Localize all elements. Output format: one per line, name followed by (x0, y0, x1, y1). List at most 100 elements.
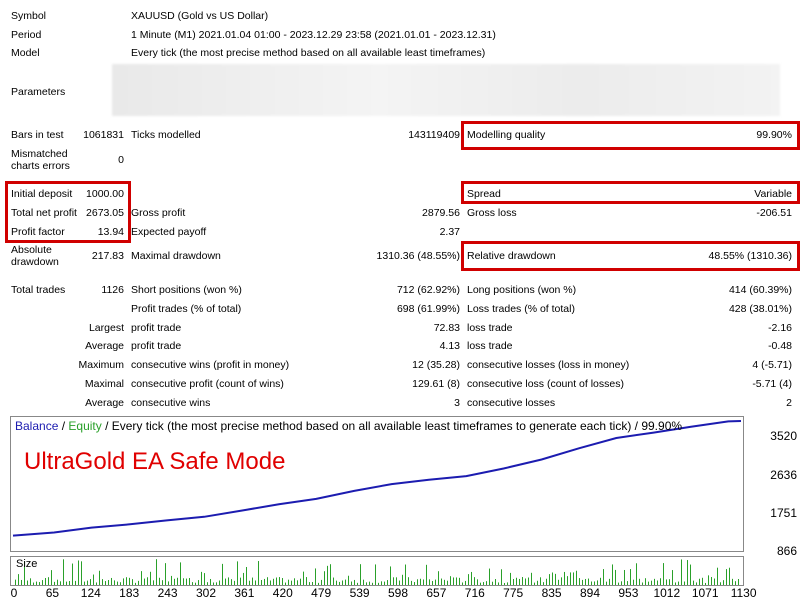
size-bar (78, 560, 79, 585)
size-bar (516, 577, 517, 585)
size-bar (408, 577, 409, 585)
size-bar (366, 582, 367, 585)
size-bar (420, 578, 421, 585)
size-bar (285, 582, 286, 585)
size-bar (669, 579, 670, 585)
x-tick-17: 1012 (653, 586, 681, 600)
size-bar (330, 564, 331, 585)
x-tick-19: 1130 (730, 586, 757, 600)
average-consecutive-wins-label: consecutive wins (131, 397, 211, 409)
size-bar (33, 582, 34, 585)
size-bar (81, 561, 82, 585)
size-bar (387, 580, 388, 585)
size-bar (192, 582, 193, 585)
size-bar (222, 563, 223, 585)
size-bar (45, 577, 46, 585)
highlight-relative-drawdown (461, 241, 800, 271)
x-tick-12: 716 (464, 586, 485, 600)
average-2-label: Average (85, 397, 124, 409)
size-bar (723, 580, 724, 585)
size-bar (261, 580, 262, 585)
x-tick-0: 0 (10, 586, 18, 600)
size-bar (126, 577, 127, 585)
size-bar (336, 580, 337, 585)
size-bar (135, 582, 136, 585)
size-bar (90, 579, 91, 585)
size-bar (429, 579, 430, 585)
profit-trades-value: 698 (61.99%) (396, 303, 460, 315)
balance-chart (10, 416, 744, 552)
size-bar (132, 579, 133, 585)
size-bar (603, 569, 604, 585)
max-consecutive-wins-label: consecutive wins (profit in money) (131, 359, 290, 371)
size-bar (591, 581, 592, 585)
size-bar (630, 569, 631, 585)
x-tick-18: 1071 (691, 586, 719, 600)
size-bar (477, 579, 478, 585)
size-bar (360, 564, 361, 585)
size-bar (615, 569, 616, 585)
size-bar (204, 573, 205, 585)
size-bar (171, 575, 172, 585)
gross-loss-label: Gross loss (467, 207, 517, 219)
size-bar (612, 564, 613, 585)
size-bar (672, 570, 673, 585)
size-bar (114, 580, 115, 585)
size-bar (93, 574, 94, 585)
size-bar (156, 559, 157, 585)
average-consecutive-losses-value: 2 (786, 397, 792, 409)
size-bar (474, 577, 475, 585)
size-bar (117, 581, 118, 585)
size-bar (87, 580, 88, 585)
size-bar (108, 580, 109, 585)
size-bar (435, 579, 436, 585)
size-bar (693, 580, 694, 585)
size-bar (282, 578, 283, 585)
size-bar (696, 582, 697, 585)
size-bar (627, 581, 628, 585)
size-bar (714, 578, 715, 585)
size-bar (543, 582, 544, 585)
size-bar (663, 563, 664, 585)
y-tick-1: 2636 (770, 468, 797, 482)
size-bar (558, 579, 559, 585)
size-bar (576, 570, 577, 585)
size-bar (351, 581, 352, 585)
size-bar (300, 578, 301, 585)
maximal-drawdown-value: 1310.36 (48.55%) (376, 250, 460, 262)
size-bar (573, 572, 574, 585)
max-consecutive-losses-label: consecutive losses (loss in money) (467, 359, 630, 371)
size-bar (582, 579, 583, 585)
size-bar (378, 582, 379, 585)
size-bar (258, 561, 259, 585)
size-bar (570, 572, 571, 585)
size-bar (42, 580, 43, 585)
size-bar (519, 578, 520, 585)
size-bar (321, 579, 322, 585)
gross-profit-label: Gross profit (131, 207, 186, 219)
size-bar (375, 564, 376, 585)
maximal-consecutive-loss-label: consecutive loss (count of losses) (467, 378, 624, 390)
size-bar (66, 581, 67, 585)
size-bar (129, 577, 130, 585)
size-bar (273, 578, 274, 585)
size-bar (27, 580, 28, 585)
size-bar (363, 579, 364, 585)
x-tick-9: 539 (349, 586, 370, 600)
size-bar (585, 578, 586, 585)
x-tick-16: 953 (618, 586, 639, 600)
size-bar (213, 582, 214, 585)
size-bar (621, 581, 622, 585)
parameters-label: Parameters (11, 86, 66, 98)
size-bar (738, 579, 739, 585)
size-bar (411, 580, 412, 585)
size-chart-svg (15, 559, 739, 585)
largest-label: Largest (88, 322, 124, 334)
size-bar (732, 578, 733, 585)
size-bar (276, 577, 277, 585)
legend-text: / Every tick (the most precise method ba… (101, 419, 683, 433)
maximal-consecutive-loss-value: -5.71 (4) (752, 378, 792, 390)
size-bar (75, 580, 76, 585)
bars-value: 1061831 (83, 129, 124, 141)
size-bar (96, 582, 97, 585)
